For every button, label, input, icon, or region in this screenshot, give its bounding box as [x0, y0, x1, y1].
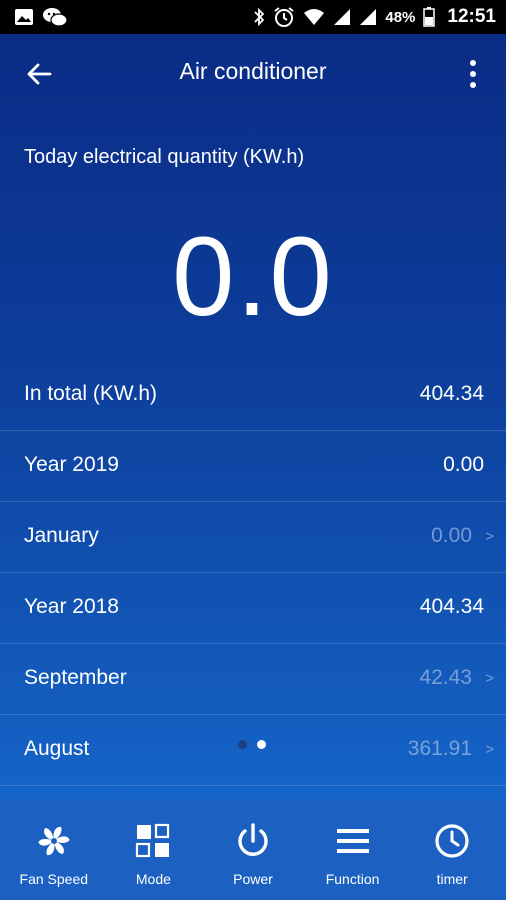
row-label: In total (KW.h)	[24, 382, 158, 405]
nav-function[interactable]: Function	[303, 800, 403, 900]
mode-grid-icon	[136, 823, 170, 858]
bottom-nav: Fan Speed Mode Power Function timer	[0, 800, 506, 900]
row-label: August	[24, 737, 90, 760]
app-bar: Air conditioner	[0, 34, 506, 114]
row-value: 404.34	[419, 382, 484, 405]
row-month-january[interactable]: January 0.00 >	[0, 502, 506, 573]
power-icon	[238, 823, 268, 856]
row-total: In total (KW.h) 404.34	[0, 360, 506, 431]
battery-icon	[423, 7, 436, 27]
menu-lines-icon	[336, 829, 369, 853]
nav-mode[interactable]: Mode	[104, 800, 204, 900]
nav-label: Mode	[135, 871, 171, 887]
fan-icon	[38, 826, 70, 856]
row-value: 0.00	[431, 524, 472, 547]
nav-fan-speed[interactable]: Fan Speed	[4, 800, 104, 900]
row-label: September	[24, 666, 127, 689]
status-bar-right: 48% 12:51	[253, 6, 496, 28]
row-value: 404.34	[419, 595, 484, 618]
signal-icon	[333, 8, 351, 26]
chevron-right-icon: >	[485, 528, 494, 545]
clock-icon	[435, 824, 469, 858]
image-icon	[14, 8, 34, 26]
row-label: January	[24, 524, 99, 547]
row-label: Year 2019	[24, 453, 119, 476]
page-dot[interactable]	[238, 740, 247, 749]
nav-label: Function	[325, 871, 380, 887]
wechat-icon	[42, 7, 68, 27]
today-quantity-value: 0.0	[172, 214, 334, 339]
nav-label: timer	[436, 871, 468, 887]
row-value: 42.43	[419, 666, 472, 689]
nav-label: Fan Speed	[19, 871, 89, 887]
more-vert-icon[interactable]	[466, 58, 480, 92]
battery-percent: 48%	[385, 8, 416, 26]
signal-icon	[359, 8, 377, 26]
row-year-2019: Year 2019 0.00	[0, 431, 506, 502]
page-indicator	[238, 740, 266, 749]
row-month-september[interactable]: September 42.43 >	[0, 644, 506, 715]
row-label: Year 2018	[24, 595, 119, 618]
main-screen: Air conditioner Today electrical quantit…	[0, 34, 506, 800]
alarm-icon	[273, 6, 295, 28]
row-value: 0.00	[443, 453, 484, 476]
row-year-2018: Year 2018 404.34	[0, 573, 506, 644]
page-title: Air conditioner	[179, 58, 327, 84]
today-quantity-label: Today electrical quantity (KW.h)	[24, 146, 305, 168]
status-bar-left	[14, 7, 68, 27]
status-bar: 48% 12:51	[0, 0, 506, 34]
wifi-icon	[303, 8, 325, 26]
row-month-august[interactable]: August 361.91 >	[0, 715, 506, 786]
page-dot-active[interactable]	[257, 740, 266, 749]
chevron-right-icon: >	[485, 670, 494, 687]
nav-label: Power	[233, 871, 273, 887]
row-value: 361.91	[407, 737, 472, 760]
chevron-right-icon: >	[485, 741, 494, 758]
clock-time: 12:51	[447, 6, 496, 27]
bluetooth-icon	[253, 7, 265, 27]
nav-power[interactable]: Power	[203, 800, 303, 900]
consumption-list: In total (KW.h) 404.34 Year 2019 0.00 Ja…	[0, 360, 506, 786]
nav-timer[interactable]: timer	[402, 800, 502, 900]
